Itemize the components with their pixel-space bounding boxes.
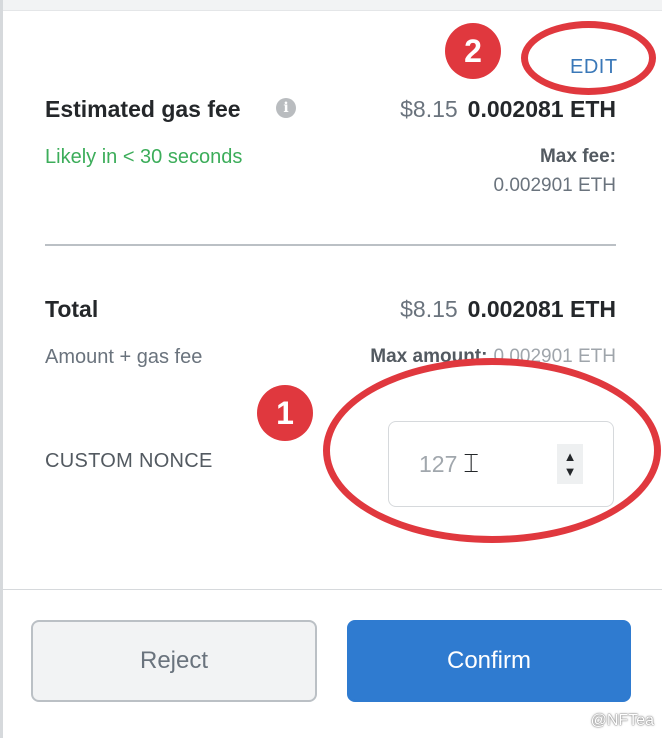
section-divider — [45, 244, 616, 246]
gas-fee-crypto: 0.002081 ETH — [467, 96, 616, 122]
amount-plus-gas-label: Amount + gas fee — [45, 346, 203, 368]
total-crypto: 0.002081 ETH — [467, 296, 616, 322]
reject-button[interactable]: Reject — [31, 620, 317, 702]
gas-fee-value: $8.15 0.002081 ETH — [400, 96, 616, 123]
total-value: $8.15 0.002081 ETH — [400, 296, 616, 323]
window-top-edge — [0, 0, 662, 11]
gas-time-estimate: Likely in < 30 seconds — [45, 146, 243, 168]
estimated-gas-fee-label: Estimated gas fee — [45, 96, 241, 122]
annotation-badge-2: 2 — [445, 23, 501, 79]
info-icon[interactable]: i — [276, 98, 296, 118]
gas-fee-fiat: $8.15 — [400, 96, 458, 122]
max-fee-value: 0.002901 ETH — [493, 175, 616, 196]
footer-divider — [0, 589, 662, 590]
edit-highlight-circle — [521, 21, 656, 95]
max-fee-label: Max fee: — [539, 146, 616, 167]
total-label: Total — [45, 296, 99, 322]
confirm-button[interactable]: Confirm — [347, 620, 631, 702]
annotation-badge-1: 1 — [257, 385, 313, 441]
nonce-highlight-circle — [323, 358, 661, 543]
custom-nonce-label: CUSTOM NONCE — [45, 450, 213, 472]
total-fiat: $8.15 — [400, 296, 458, 322]
watermark: @NFTea — [590, 712, 654, 729]
window-left-edge — [0, 0, 3, 738]
